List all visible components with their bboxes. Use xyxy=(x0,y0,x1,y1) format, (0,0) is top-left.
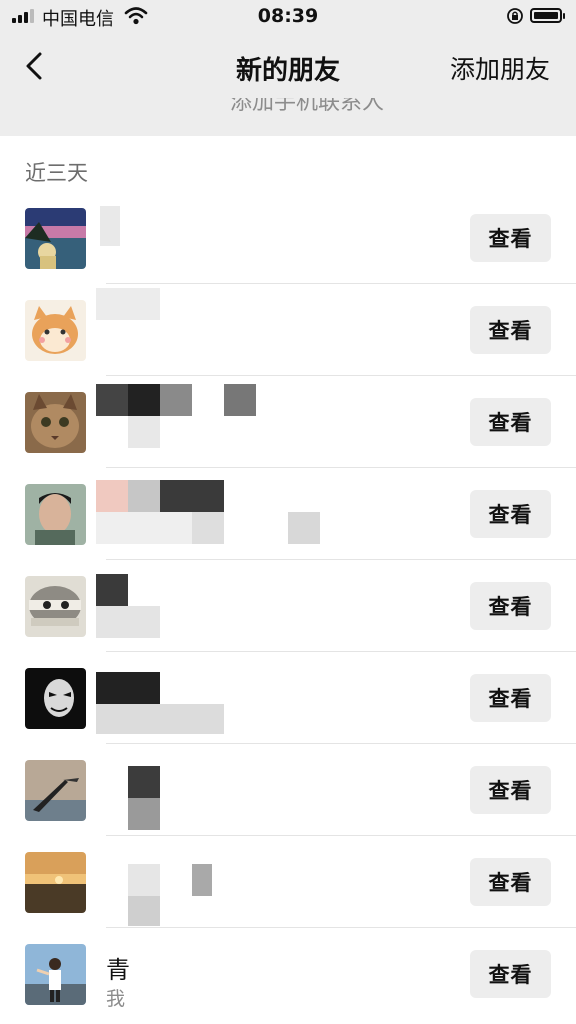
view-button[interactable]: 查看 xyxy=(470,398,551,446)
request-message: 我 xyxy=(106,988,126,1010)
friend-request-row[interactable]: 查看 xyxy=(0,192,576,284)
phone-contacts-label: 添加手机联系人 xyxy=(230,98,385,115)
view-button[interactable]: 查看 xyxy=(470,858,551,906)
friend-request-row[interactable]: 查看 xyxy=(0,836,576,928)
friend-request-row[interactable]: 查看 xyxy=(0,652,576,744)
view-button[interactable]: 查看 xyxy=(470,214,551,262)
view-button[interactable]: 查看 xyxy=(470,950,551,998)
section-title: 近三天 xyxy=(25,161,88,185)
friend-request-row[interactable]: 查看 xyxy=(0,468,576,560)
status-bar: 中国电信 08:39 xyxy=(0,0,576,34)
avatar xyxy=(25,392,86,453)
phone-contacts-entry[interactable]: 添加手机联系人 xyxy=(0,98,576,124)
friend-request-row[interactable]: 查看 xyxy=(0,744,576,836)
orientation-lock-icon xyxy=(507,8,523,24)
status-time: 08:39 xyxy=(257,5,319,27)
avatar xyxy=(25,576,86,637)
view-button[interactable]: 查看 xyxy=(470,582,551,630)
avatar xyxy=(25,208,86,269)
friend-request-row[interactable]: 查看 xyxy=(0,376,576,468)
avatar xyxy=(25,484,86,545)
battery-tip xyxy=(563,13,565,19)
view-button[interactable]: 查看 xyxy=(470,306,551,354)
avatar xyxy=(25,760,86,821)
avatar xyxy=(25,944,86,1005)
avatar xyxy=(25,852,86,913)
add-friend-button[interactable]: 添加朋友 xyxy=(450,50,550,86)
battery-icon xyxy=(530,8,562,23)
nav-bar: 新的朋友 添加朋友 xyxy=(0,34,576,98)
friend-request-row[interactable]: 青 我 查看 xyxy=(0,928,576,1020)
view-button[interactable]: 查看 xyxy=(470,490,551,538)
friend-name: 青 xyxy=(106,956,130,984)
avatar xyxy=(25,300,86,361)
view-button[interactable]: 查看 xyxy=(470,674,551,722)
avatar xyxy=(25,668,86,729)
friend-request-row[interactable]: 查看 xyxy=(0,284,576,376)
friend-request-row[interactable]: 查看 xyxy=(0,560,576,652)
section-divider xyxy=(0,124,576,136)
view-button[interactable]: 查看 xyxy=(470,766,551,814)
